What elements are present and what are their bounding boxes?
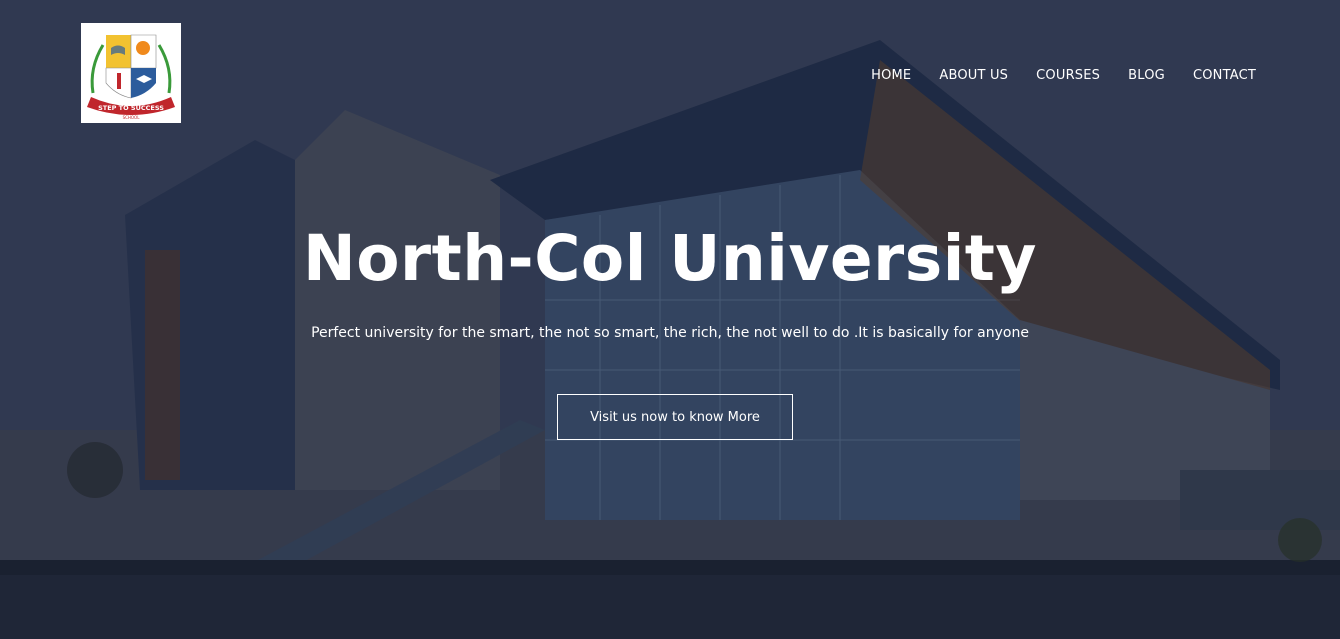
hero-subtitle: Perfect university for the smart, the no… <box>311 325 1029 341</box>
nav-home[interactable]: HOME <box>871 68 911 83</box>
nav-blog[interactable]: BLOG <box>1128 68 1165 83</box>
logo-banner-text: STEP TO SUCCESS <box>98 104 164 112</box>
hero-title: North-Col University <box>303 222 1037 295</box>
nav-contact[interactable]: CONTACT <box>1193 68 1256 83</box>
nav-about-us[interactable]: ABOUT US <box>939 68 1008 83</box>
school-crest-icon: STEP TO SUCCESS SCHOOL <box>87 34 175 120</box>
hero-overlay <box>0 0 1340 639</box>
visit-more-button[interactable]: Visit us now to know More <box>557 394 793 440</box>
hero-section: STEP TO SUCCESS SCHOOL HOME ABOUT US COU… <box>0 0 1340 639</box>
school-logo[interactable]: STEP TO SUCCESS SCHOOL <box>81 23 181 123</box>
nav-courses[interactable]: COURSES <box>1036 68 1100 83</box>
logo-sub-text: SCHOOL <box>123 115 141 120</box>
main-nav: HOME ABOUT US COURSES BLOG CONTACT <box>871 68 1256 83</box>
